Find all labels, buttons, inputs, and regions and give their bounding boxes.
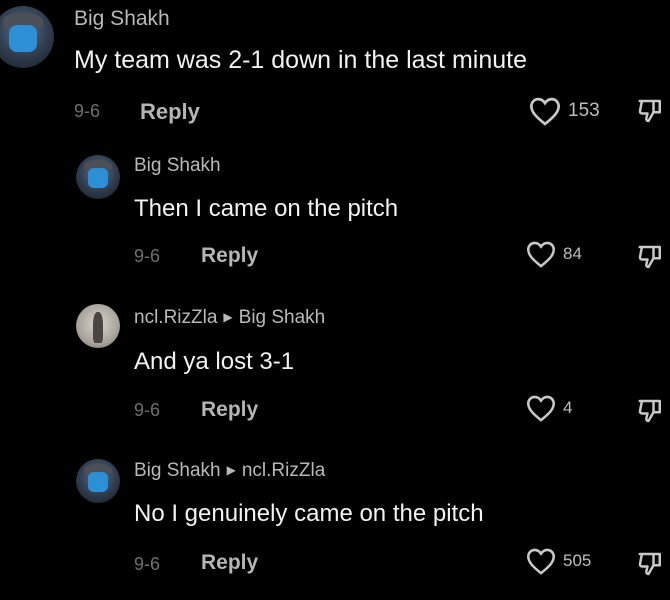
reply-button[interactable]: Reply — [201, 244, 258, 268]
like-count: 4 — [563, 398, 573, 417]
reply-to-username[interactable]: ncl.RizZla — [242, 460, 325, 481]
dislike-button[interactable] — [636, 549, 666, 584]
comment-text: My team was 2-1 down in the last minute — [74, 46, 527, 74]
like-button[interactable]: 505 — [525, 547, 591, 575]
like-button[interactable]: 84 — [525, 240, 582, 268]
comment-item: Big Shakh My team was 2-1 down in the la… — [0, 0, 670, 140]
comment-text: No I genuinely came on the pitch — [134, 500, 484, 527]
like-count: 505 — [563, 551, 592, 570]
dislike-button[interactable] — [636, 396, 666, 431]
comment-date: 9-6 — [134, 400, 161, 420]
username-label[interactable]: ncl.RizZla — [134, 307, 217, 328]
comment-username[interactable]: Big Shakh — [134, 155, 221, 177]
thumbs-down-icon — [638, 245, 661, 269]
comment-item: Big Shakh Then I came on the pitch 9-6 R… — [0, 145, 670, 295]
comment-date: 9-6 — [134, 554, 161, 574]
dislike-button[interactable] — [636, 242, 666, 277]
like-count: 153 — [568, 100, 600, 121]
comment-username[interactable]: ncl.RizZla ▶ Big Shakh — [134, 307, 325, 329]
like-count: 84 — [563, 244, 582, 263]
thumbs-down-icon — [638, 552, 661, 576]
heart-outline-icon — [526, 395, 556, 422]
reply-to-username[interactable]: Big Shakh — [239, 307, 326, 328]
dislike-button[interactable] — [636, 96, 666, 131]
thumbs-down-icon — [638, 99, 661, 123]
comment-text: And ya lost 3-1 — [134, 348, 295, 375]
triangle-right-icon: ▶ — [223, 310, 233, 324]
comment-username[interactable]: Big Shakh ▶ ncl.RizZla — [134, 460, 325, 482]
reply-button[interactable]: Reply — [140, 99, 200, 125]
like-button[interactable]: 153 — [528, 96, 600, 126]
heart-outline-icon — [526, 548, 556, 575]
triangle-right-icon: ▶ — [226, 463, 236, 477]
reply-button[interactable]: Reply — [201, 551, 258, 575]
like-button[interactable]: 4 — [525, 394, 572, 422]
heart-outline-icon — [529, 97, 561, 126]
avatar[interactable] — [76, 155, 120, 199]
comment-date: 9-6 — [134, 246, 161, 266]
comment-item: ncl.RizZla ▶ Big Shakh And ya lost 3-1 9-6… — [0, 298, 670, 448]
avatar[interactable] — [76, 459, 120, 503]
comment-date: 9-6 — [74, 101, 101, 121]
heart-outline-icon — [526, 241, 556, 268]
thumbs-down-icon — [638, 399, 661, 423]
comment-username[interactable]: Big Shakh — [74, 7, 170, 31]
avatar[interactable] — [0, 6, 54, 68]
comment-item: Big Shakh ▶ ncl.RizZla No I genuinely came… — [0, 450, 670, 600]
username-label[interactable]: Big Shakh — [134, 460, 221, 481]
comment-text: Then I came on the pitch — [134, 195, 399, 222]
avatar[interactable] — [76, 304, 120, 348]
reply-button[interactable]: Reply — [201, 398, 258, 422]
